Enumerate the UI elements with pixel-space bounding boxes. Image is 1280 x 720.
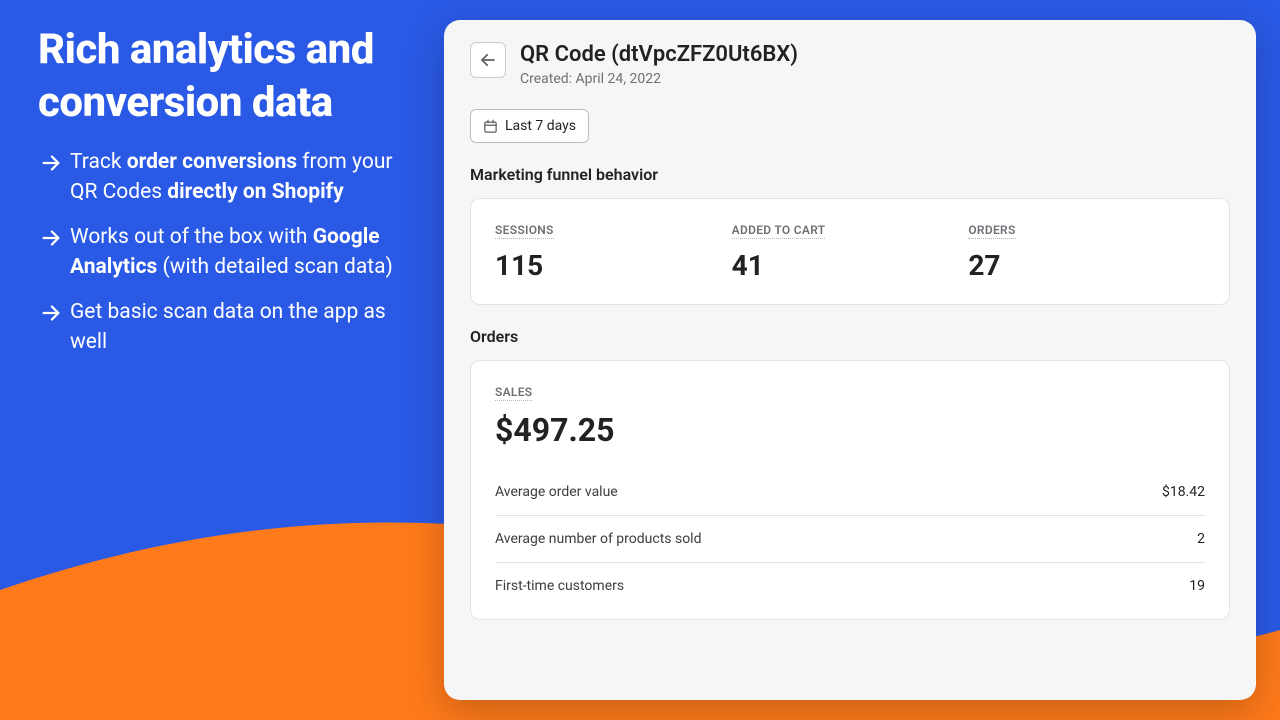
sales-label: SALES — [495, 385, 532, 401]
stat-label: Average number of products sold — [495, 531, 702, 547]
metric-value: 41 — [732, 249, 969, 282]
page-title: QR Code (dtVpcZFZ0Ut6BX) — [520, 42, 798, 67]
stat-value: $18.42 — [1162, 484, 1205, 500]
hero-panel: Rich analytics and conversion data Track… — [38, 24, 418, 372]
arrow-right-icon — [38, 227, 64, 249]
funnel-heading: Marketing funnel behavior — [470, 165, 1230, 184]
sales-value: $497.25 — [495, 411, 1205, 449]
stat-value: 19 — [1189, 578, 1205, 594]
metric-value: 27 — [968, 249, 1205, 282]
sales-card: SALES $497.25 Average order value $18.42… — [470, 360, 1230, 620]
arrow-right-icon — [38, 152, 64, 174]
hero-bullet: Get basic scan data on the app as well — [38, 297, 418, 358]
calendar-icon — [483, 119, 498, 134]
date-range-button[interactable]: Last 7 days — [470, 109, 589, 143]
arrow-right-icon — [38, 302, 64, 324]
metric-orders: ORDERS 27 — [968, 219, 1205, 282]
metric-value: 115 — [495, 249, 732, 282]
hero-headline: Rich analytics and conversion data — [38, 24, 418, 129]
arrow-left-icon — [479, 51, 497, 69]
stat-value: 2 — [1197, 531, 1205, 547]
hero-bullet: Works out of the box with Google Analyti… — [38, 222, 418, 283]
stat-row: Average order value $18.42 — [495, 469, 1205, 515]
hero-bullet: Track order conversions from your QR Cod… — [38, 147, 418, 208]
metric-label: ADDED TO CART — [732, 223, 826, 239]
orders-heading: Orders — [470, 327, 1230, 346]
metric-added-to-cart: ADDED TO CART 41 — [732, 219, 969, 282]
stat-label: First-time customers — [495, 578, 624, 594]
date-range-label: Last 7 days — [505, 118, 576, 134]
analytics-card: QR Code (dtVpcZFZ0Ut6BX) Created: April … — [444, 20, 1256, 700]
back-button[interactable] — [470, 42, 506, 78]
created-date: Created: April 24, 2022 — [520, 71, 798, 87]
funnel-metrics: SESSIONS 115 ADDED TO CART 41 ORDERS 27 — [470, 198, 1230, 305]
hero-bullets: Track order conversions from your QR Cod… — [38, 147, 418, 358]
metric-sessions: SESSIONS 115 — [495, 219, 732, 282]
metric-label: ORDERS — [968, 223, 1015, 239]
metric-label: SESSIONS — [495, 223, 554, 239]
stat-row: First-time customers 19 — [495, 562, 1205, 609]
stat-row: Average number of products sold 2 — [495, 515, 1205, 562]
stat-label: Average order value — [495, 484, 618, 500]
